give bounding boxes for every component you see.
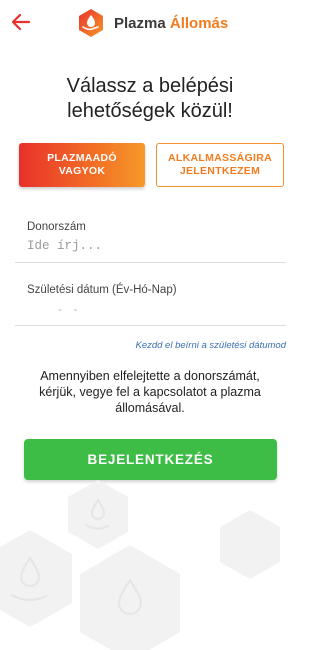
plasma-drop-icon <box>79 9 103 37</box>
app-logo: Plazma Állomás <box>76 8 228 38</box>
page-title-line: Válassz a belépési <box>66 75 234 97</box>
page-title: Válassz a belépési lehetőségek közül! <box>20 74 280 124</box>
donor-option-button[interactable]: PLAZMAADÓ VAGYOK <box>19 143 145 187</box>
app-header: Plazma Állomás <box>0 0 300 48</box>
info-line: állomásával. <box>115 401 185 415</box>
donor-number-label: Donorszám <box>27 221 86 233</box>
forgot-donor-info: Amennyiben elfelejtette a donorszámát, k… <box>20 368 280 416</box>
background-hexagon-decoration <box>0 480 280 650</box>
birth-date-input[interactable]: - - <box>58 302 81 316</box>
eligibility-option-label: JELENTKEZEM <box>179 165 261 177</box>
donor-option-label: PLAZMAADÓ <box>47 152 117 164</box>
divider <box>15 262 286 263</box>
logo-text: Plazma Állomás <box>114 14 229 32</box>
eligibility-option-label: ALKALMASSÁGIRA <box>168 152 272 164</box>
page-title-line: lehetőségek közül! <box>67 100 233 122</box>
info-line: kérjük, vegye fel a kapcsolatot a plazma <box>39 385 261 399</box>
birth-date-hint: Kezdd el beírni a születési dátumod <box>135 340 286 351</box>
divider <box>15 325 286 326</box>
donor-option-label: VAGYOK <box>58 165 106 177</box>
info-line: Amennyiben elfelejtette a donorszámát, <box>40 369 260 383</box>
eligibility-option-button[interactable]: ALKALMASSÁGIRA JELENTKEZEM <box>156 143 284 187</box>
donor-number-input[interactable] <box>27 236 267 256</box>
birth-date-label: Születési dátum (Év-Hó-Nap) <box>27 284 177 296</box>
arrow-left-icon[interactable] <box>10 11 32 33</box>
